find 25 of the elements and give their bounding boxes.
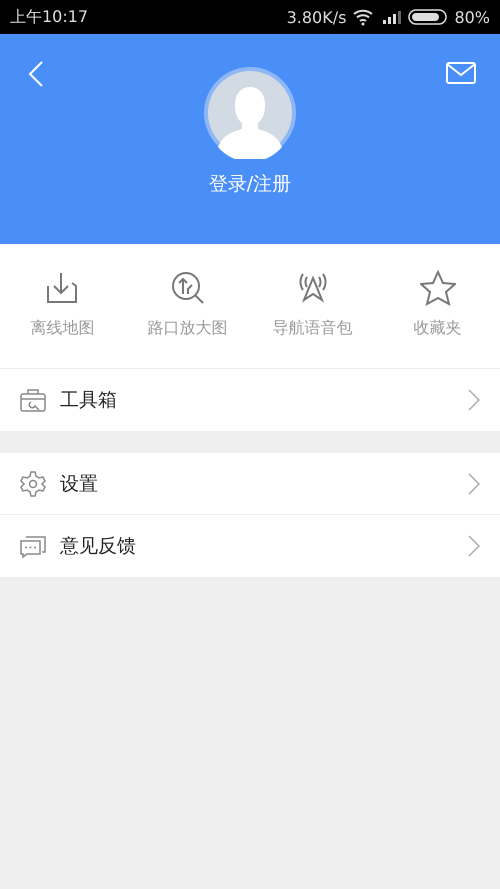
chevron-right-icon [468,472,480,494]
settings-icon [20,470,46,496]
clock-time: 上午10:17 [10,6,88,28]
signal-icon [382,10,402,24]
chevron-right-icon [468,535,480,557]
battery-icon [408,9,448,25]
back-icon [28,60,44,88]
login-link[interactable]: 登录/注册 [208,171,292,197]
quick-action[interactable]: 离线地图 [0,244,125,368]
battery-percent: 80% [454,8,490,26]
quick-action[interactable]: 导航语音包 [250,244,375,368]
back-button[interactable] [28,60,44,88]
network-speed: 3.80K/s [286,8,346,26]
message-button[interactable] [446,62,476,84]
magnifier-arrows-icon [170,270,206,306]
star-icon [420,270,456,306]
menu-item[interactable]: 工具箱 [0,369,500,431]
chevron-right-icon [468,389,480,411]
envelope-icon [446,62,476,84]
menu-item[interactable]: 设置 [0,453,500,515]
quick-action[interactable]: 收藏夹 [375,244,500,368]
menu-item[interactable]: 意见反馈 [0,515,500,577]
quick-action[interactable]: 路口放大图 [125,244,250,368]
avatar-icon[interactable] [204,67,296,159]
toolbox-icon [20,387,46,413]
